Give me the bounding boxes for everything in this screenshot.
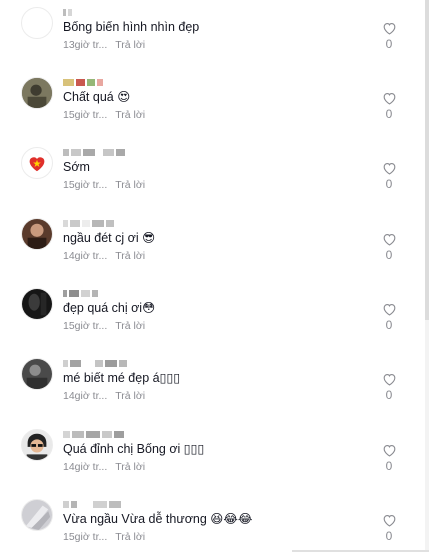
username-obscured[interactable]	[63, 147, 125, 157]
like-count: 0	[385, 529, 393, 543]
comment-item: Chất quá 😍 15giờ tr... Trả lời 0	[0, 72, 429, 142]
comment-meta: 15giờ tr... Trả lời	[63, 179, 145, 191]
heart-outline-icon	[383, 92, 395, 105]
comment-time: 15giờ tr...	[63, 320, 108, 332]
comment-text: Chất quá 😍	[63, 90, 131, 104]
heart-outline-icon	[383, 162, 395, 175]
reply-button[interactable]: Trả lời	[115, 179, 145, 191]
heart-outline-icon	[383, 444, 395, 457]
avatar[interactable]	[21, 499, 53, 531]
comment-text: ngầu đét cj ơi 😎	[63, 231, 156, 245]
comment-time: 15giờ tr...	[63, 179, 108, 191]
avatar-photo	[22, 359, 52, 389]
comment-meta: 14giờ tr... Trả lời	[63, 250, 145, 262]
comment-time: 15giờ tr...	[63, 531, 108, 543]
comment-time: 13giờ tr...	[63, 39, 108, 51]
comment-item: Bống biến hình nhìn đẹp 13giờ tr... Trả l…	[0, 2, 429, 72]
comment-text: Sớm	[63, 160, 90, 174]
heart-outline-icon	[383, 514, 395, 527]
comment-time: 14giờ tr...	[63, 250, 108, 262]
comment-meta: 15giờ tr... Trả lời	[63, 531, 145, 543]
like-button[interactable]: 0	[378, 21, 400, 51]
like-button[interactable]: 0	[378, 91, 400, 121]
avatar-photo	[22, 289, 52, 319]
like-count: 0	[385, 318, 393, 332]
reply-button[interactable]: Trả lời	[115, 531, 145, 543]
like-button[interactable]: 0	[378, 372, 400, 402]
comment-text: Quá đỉnh chị Bống ơi ▯▯▯	[63, 442, 205, 456]
like-button[interactable]: 0	[378, 443, 400, 473]
like-button[interactable]: 0	[378, 232, 400, 262]
heart-outline-icon	[383, 22, 395, 35]
username-obscured[interactable]	[63, 288, 98, 298]
comment-meta: 14giờ tr... Trả lời	[63, 390, 145, 402]
like-button[interactable]: 0	[378, 161, 400, 191]
like-count: 0	[385, 388, 393, 402]
avatar-photo	[22, 219, 52, 249]
username-obscured[interactable]	[63, 77, 103, 87]
heart-outline-icon	[383, 233, 395, 246]
comment-meta: 14giờ tr... Trả lời	[63, 461, 145, 473]
comment-item: mé biết mé đẹp á▯▯▯ 14giờ tr... Trả lời 0	[0, 353, 429, 423]
avatar[interactable]	[21, 358, 53, 390]
heart-outline-icon	[383, 303, 395, 316]
comment-meta: 15giờ tr... Trả lời	[63, 320, 145, 332]
reply-button[interactable]: Trả lời	[115, 461, 145, 473]
comment-meta: 15giờ tr... Trả lời	[63, 109, 145, 121]
avatar[interactable]	[21, 429, 53, 461]
comment-meta: 13giờ tr... Trả lời	[63, 39, 145, 51]
reply-button[interactable]: Trả lời	[115, 320, 145, 332]
like-button[interactable]: 0	[378, 302, 400, 332]
comment-item: Sớm 15giờ tr... Trả lời 0	[0, 142, 429, 212]
like-count: 0	[385, 248, 393, 262]
reply-button[interactable]: Trả lời	[115, 390, 145, 402]
scrollbar-thumb[interactable]	[425, 0, 429, 320]
avatar[interactable]	[21, 77, 53, 109]
heart-outline-icon	[383, 373, 395, 386]
username-obscured[interactable]	[63, 358, 127, 368]
avatar-photo	[22, 500, 52, 530]
comment-item: ngầu đét cj ơi 😎 14giờ tr... Trả lời 0	[0, 213, 429, 283]
comment-item: Quá đỉnh chị Bống ơi ▯▯▯ 14giờ tr... Trả …	[0, 424, 429, 494]
comment-item: Vừa ngầu Vừa dễ thương 😆😂😂 15giờ tr... Tr…	[0, 494, 429, 552]
avatar[interactable]	[21, 7, 53, 39]
comment-time: 15giờ tr...	[63, 109, 108, 121]
like-button[interactable]: 0	[378, 513, 400, 543]
like-count: 0	[385, 459, 393, 473]
reply-button[interactable]: Trả lời	[115, 109, 145, 121]
avatar-photo	[22, 78, 52, 108]
username-obscured[interactable]	[63, 499, 121, 509]
comment-text: mé biết mé đẹp á▯▯▯	[63, 371, 181, 385]
comment-text: đẹp quá chị ơi😳	[63, 301, 156, 315]
like-count: 0	[385, 37, 393, 51]
heart-star-avatar-icon	[22, 148, 52, 178]
username-obscured[interactable]	[63, 429, 124, 439]
comment-list: Bống biến hình nhìn đẹp 13giờ tr... Trả l…	[0, 0, 429, 552]
avatar[interactable]	[21, 147, 53, 179]
scrollbar[interactable]	[425, 0, 429, 552]
comment-item: đẹp quá chị ơi😳 15giờ tr... Trả lời 0	[0, 283, 429, 353]
comment-text: Vừa ngầu Vừa dễ thương 😆😂😂	[63, 512, 253, 526]
avatar[interactable]	[21, 288, 53, 320]
username-obscured[interactable]	[63, 218, 114, 228]
comment-time: 14giờ tr...	[63, 390, 108, 402]
comment-time: 14giờ tr...	[63, 461, 108, 473]
avatar-photo	[22, 430, 52, 460]
avatar[interactable]	[21, 218, 53, 250]
like-count: 0	[385, 107, 393, 121]
username-obscured[interactable]	[63, 7, 72, 17]
reply-button[interactable]: Trả lời	[115, 250, 145, 262]
comment-text: Bống biến hình nhìn đẹp	[63, 20, 200, 34]
like-count: 0	[385, 177, 393, 191]
reply-button[interactable]: Trả lời	[115, 39, 145, 51]
